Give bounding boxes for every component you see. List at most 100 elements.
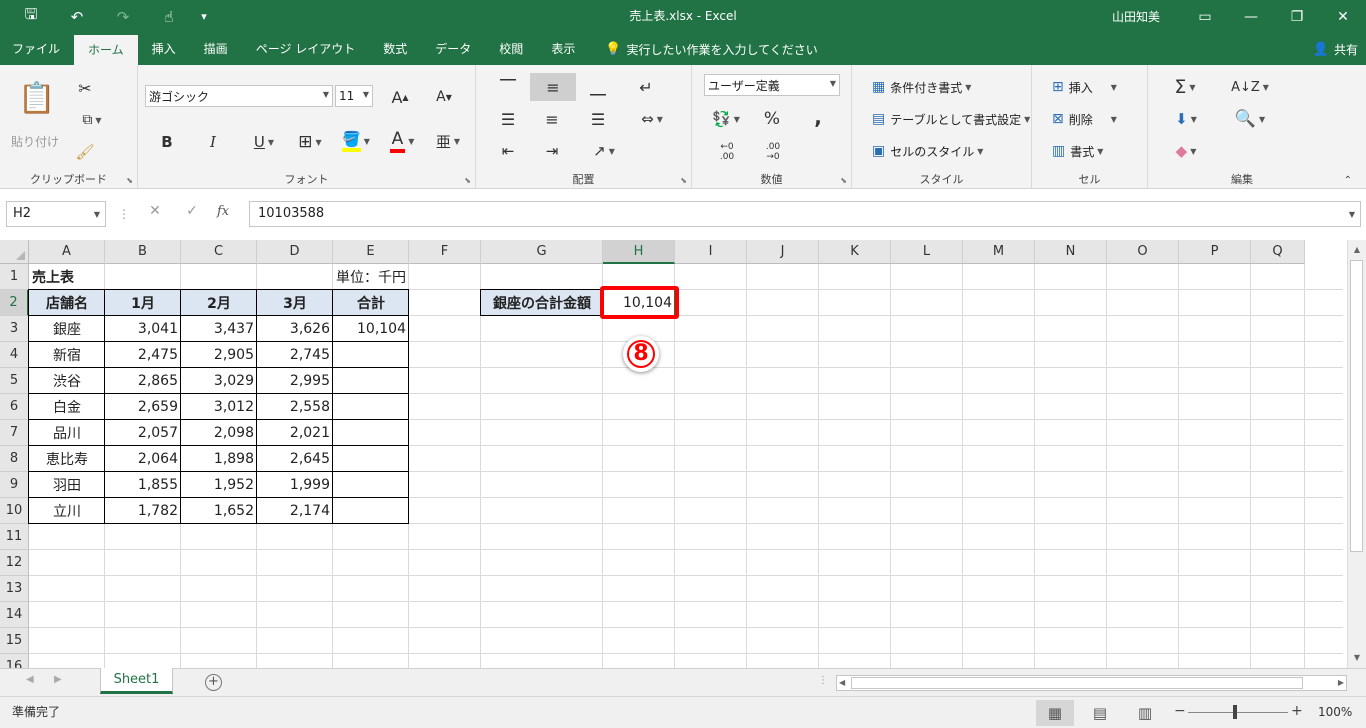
vertical-scrollbar[interactable]: ▲ ▼ [1347,240,1366,668]
page-layout-view-icon[interactable]: ▤ [1081,700,1119,726]
add-sheet-button[interactable]: + [205,674,222,691]
clipboard-launcher-icon[interactable]: ⬊ [126,176,133,185]
column-header-q[interactable]: Q [1251,240,1305,264]
tab-insert[interactable]: 挿入 [138,33,190,65]
row-header-13[interactable]: 13 [0,576,29,602]
row-header-3[interactable]: 3 [0,316,29,342]
paste-label[interactable]: 貼り付け [6,133,64,149]
increase-decimal-button[interactable]: ←0.00 [712,139,742,165]
horizontal-scroll-thumb[interactable] [851,677,1303,689]
alignment-launcher-icon[interactable]: ⬊ [680,176,687,185]
borders-icon[interactable]: ⊞ ▼ [288,129,332,155]
tab-page-layout[interactable]: ページ レイアウト [242,33,370,65]
row-header-14[interactable]: 14 [0,602,29,628]
format-cells-button[interactable]: ▥ 書式 ▼ [1052,141,1103,161]
accounting-format-icon[interactable]: 💱 ▼ [706,107,746,131]
column-header-p[interactable]: P [1179,240,1251,264]
row-header-5[interactable]: 5 [0,368,29,394]
row-header-1[interactable]: 1 [0,264,29,290]
enter-icon[interactable]: ✓ [180,203,204,225]
row-header-4[interactable]: 4 [0,342,29,368]
align-left-icon[interactable]: ☰ [494,107,522,131]
restore-icon[interactable]: ❐ [1274,0,1320,33]
cut-icon[interactable]: ✂ [72,75,98,101]
shrink-font-icon[interactable]: A ▼ [432,85,456,109]
tell-me-box[interactable]: 💡 実行したい作業を入力してください [589,33,817,65]
column-header-f[interactable]: F [409,240,481,264]
expand-formula-bar-icon[interactable]: ▼ [1349,203,1355,227]
merge-center-icon[interactable]: ⇔ ▼ [628,107,676,131]
autosum-icon[interactable]: Σ ▼ [1162,75,1208,99]
scroll-left-icon[interactable]: ◀ [839,676,845,690]
zoom-out-button[interactable]: − [1174,703,1186,719]
column-header-j[interactable]: J [747,240,819,264]
italic-button[interactable]: I [200,129,226,155]
formula-bar-grip[interactable]: ⋮ [118,207,130,221]
row-header-9[interactable]: 9 [0,472,29,498]
phonetic-guide-icon[interactable]: 亜 ▼ [428,127,468,155]
tab-review[interactable]: 校閲 [485,33,537,65]
format-painter-icon[interactable]: 🖌 [72,139,98,165]
scroll-up-icon[interactable]: ▲ [1348,242,1366,258]
cell-styles-button[interactable]: ▣ セルのスタイル ▼ [872,141,983,161]
column-header-i[interactable]: I [675,240,747,264]
wrap-text-icon[interactable]: ↵ [632,75,660,99]
select-all-button[interactable] [0,240,29,264]
save-icon[interactable]: 🖫 [8,0,54,33]
normal-view-icon[interactable]: ▦ [1036,700,1074,726]
decrease-decimal-button[interactable]: .00 →0 [758,139,788,165]
paste-icon[interactable]: 📋 [16,77,58,119]
align-center-icon[interactable]: ≡ [538,107,566,131]
column-header-l[interactable]: L [891,240,963,264]
tab-draw[interactable]: 描画 [190,33,242,65]
copy-icon[interactable]: ⧉ ▼ [72,107,112,133]
sheet-tab-sheet1[interactable]: Sheet1 [100,668,173,694]
redo-icon[interactable]: ↷ [100,0,146,33]
align-bottom-icon[interactable]: ⎽ [584,75,612,99]
row-header-11[interactable]: 11 [0,524,29,550]
sheet-title-cell[interactable]: 売上表 [29,264,105,290]
insert-function-button[interactable]: fx [217,204,229,219]
column-header-d[interactable]: D [257,240,333,264]
decrease-indent-icon[interactable]: ⇤ [494,139,522,163]
user-name[interactable]: 山田知美 [1112,8,1160,25]
orientation-icon[interactable]: ↗ ▼ [584,139,624,163]
sheet-next-icon[interactable]: ▶ [54,674,62,685]
formula-input[interactable]: 10103588 ▼ [249,201,1361,227]
column-header-h[interactable]: H [603,240,675,264]
grow-font-icon[interactable]: A ▲ [388,85,412,109]
conditional-formatting-button[interactable]: ▦ 条件付き書式 ▼ [872,77,971,97]
cancel-icon[interactable]: ✕ [143,203,167,225]
percent-style-button[interactable]: % [758,107,786,131]
sheet-prev-icon[interactable]: ◀ [26,674,34,685]
align-top-icon[interactable]: ⎺ [494,75,522,99]
column-header-g[interactable]: G [481,240,603,264]
align-middle-icon[interactable]: ≡ [530,73,576,101]
column-header-e[interactable]: E [333,240,409,264]
zoom-level[interactable]: 100% [1318,697,1352,728]
sort-filter-icon[interactable]: A↓Z ▼ [1230,75,1270,99]
column-header-m[interactable]: M [963,240,1035,264]
comma-style-button[interactable]: , [804,105,832,129]
tab-split-handle[interactable]: ⋮ [818,675,828,686]
tab-file[interactable]: ファイル [0,33,74,65]
name-box[interactable]: H2 ▼ [6,201,106,227]
column-header-c[interactable]: C [181,240,257,264]
row-header-2[interactable]: 2 [0,290,29,316]
row-header-7[interactable]: 7 [0,420,29,446]
undo-icon[interactable]: ↶ [54,0,100,33]
column-header-b[interactable]: B [105,240,181,264]
touch-mode-icon[interactable]: ☝ [146,0,192,33]
column-header-o[interactable]: O [1107,240,1179,264]
column-header-n[interactable]: N [1035,240,1107,264]
ribbon-display-options-icon[interactable]: ▭ [1182,0,1228,33]
close-icon[interactable]: ✕ [1320,0,1366,33]
underline-button[interactable]: U ▼ [244,129,284,155]
insert-cells-button[interactable]: ⊞ 挿入 ▼ [1052,77,1117,97]
page-break-preview-icon[interactable]: ▥ [1126,700,1164,726]
row-header-10[interactable]: 10 [0,498,29,524]
font-color-icon[interactable]: A ▼ [382,127,422,155]
share-button[interactable]: 👤 共有 [1313,33,1358,65]
bold-button[interactable]: B [154,129,180,155]
scroll-down-icon[interactable]: ▼ [1348,650,1366,666]
